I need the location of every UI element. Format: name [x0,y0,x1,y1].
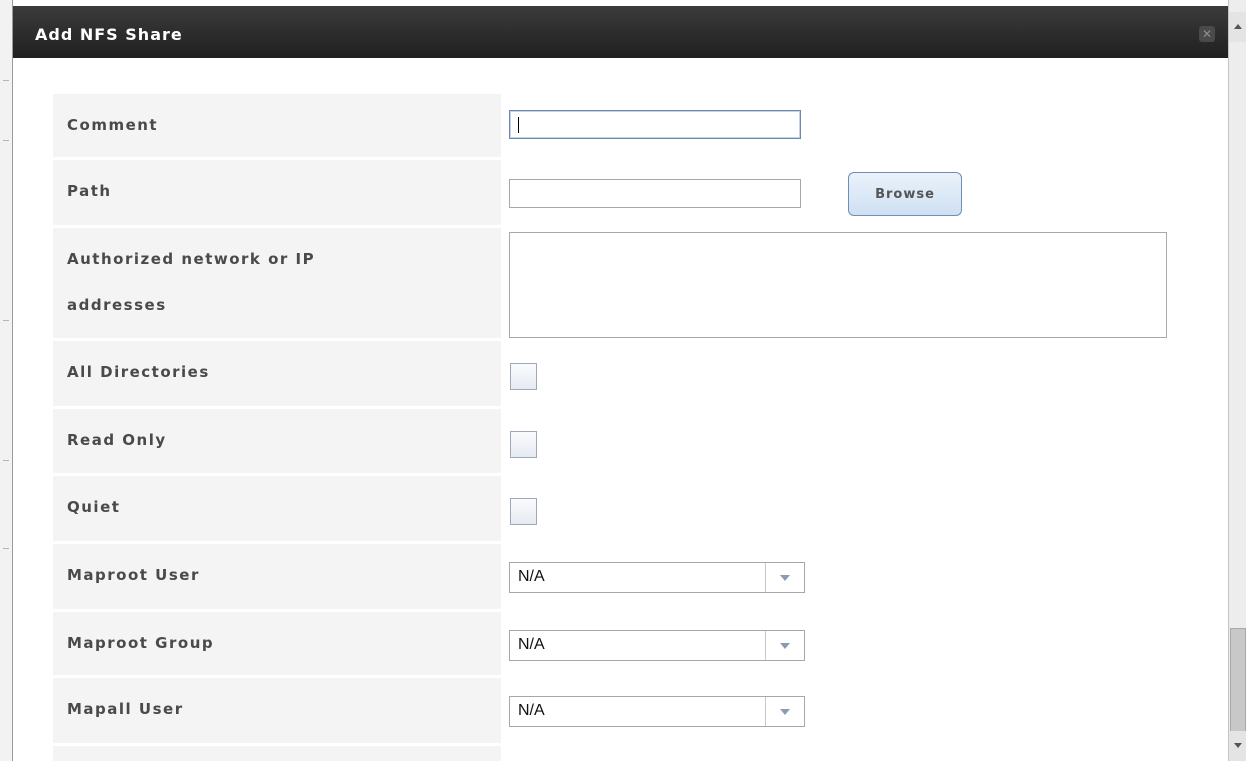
maproot-group-value: N/A [518,636,545,653]
authorized-networks-label-line2: addresses [67,296,167,314]
maproot-user-select[interactable]: N/A [509,562,805,593]
quiet-checkbox[interactable] [510,498,537,525]
text-caret [518,117,519,133]
form-row-quiet: Quiet [53,476,1229,544]
form-row-read-only: Read Only [53,409,1229,476]
chevron-down-icon[interactable] [765,697,804,726]
add-nfs-share-dialog: Add NFS Share ✕ Comment Path Browse Auth… [12,0,1229,761]
form-row-mapall-user: Mapall User N/A [53,678,1229,746]
mapall-user-value: N/A [518,702,545,719]
all-directories-checkbox[interactable] [510,363,537,390]
label-cell-maproot-user: Maproot User [53,544,501,609]
form-row-comment: Comment [53,94,1229,160]
browse-button[interactable]: Browse [848,172,962,216]
authorized-networks-label-line1: Authorized network or IP [67,250,316,268]
quiet-label: Quiet [67,498,121,516]
maproot-user-value: N/A [518,568,545,585]
dialog-titlebar: Add NFS Share ✕ [13,6,1229,58]
chevron-down-icon[interactable] [765,631,804,660]
background-mark [3,80,9,81]
form-row-partial [53,746,1229,761]
label-cell-all-directories: All Directories [53,341,501,406]
label-cell-comment: Comment [53,94,501,157]
form-row-maproot-group: Maproot Group N/A [53,612,1229,678]
form-row-path: Path Browse [53,160,1229,228]
arrow-up-icon[interactable] [1229,12,1246,42]
form-row-authorized-networks: Authorized network or IP addresses [53,228,1229,341]
form-row-all-directories: All Directories [53,341,1229,409]
label-cell-maproot-group: Maproot Group [53,612,501,675]
label-cell-read-only: Read Only [53,409,501,473]
label-cell-authorized-networks: Authorized network or IP addresses [53,228,501,338]
close-icon[interactable]: ✕ [1199,26,1215,42]
chevron-down-icon[interactable] [765,563,804,592]
arrow-down-icon[interactable] [1229,731,1246,761]
label-cell-partial [53,746,501,761]
maproot-group-label: Maproot Group [67,634,215,652]
label-cell-mapall-user: Mapall User [53,678,501,743]
read-only-label: Read Only [67,431,167,449]
all-directories-label: All Directories [67,363,210,381]
background-mark [3,548,9,549]
authorized-networks-textarea[interactable] [509,232,1167,338]
dialog-title: Add NFS Share [35,25,183,44]
background-mark [3,320,9,321]
background-mark [3,460,9,461]
form-row-maproot-user: Maproot User N/A [53,544,1229,612]
maproot-group-select[interactable]: N/A [509,630,805,661]
scrollbar-thumb[interactable] [1230,628,1246,732]
path-label: Path [67,182,112,200]
maproot-user-label: Maproot User [67,566,200,584]
comment-input[interactable] [509,110,801,139]
background-mark [3,140,9,141]
label-cell-path: Path [53,160,501,225]
path-input[interactable] [509,179,801,208]
read-only-checkbox[interactable] [510,431,537,458]
nfs-share-form: Comment Path Browse Authorized network o… [53,94,1229,761]
mapall-user-label: Mapall User [67,700,184,718]
mapall-user-select[interactable]: N/A [509,696,805,727]
label-cell-quiet: Quiet [53,476,501,541]
comment-label: Comment [67,116,159,134]
vertical-scrollbar[interactable] [1228,0,1246,761]
